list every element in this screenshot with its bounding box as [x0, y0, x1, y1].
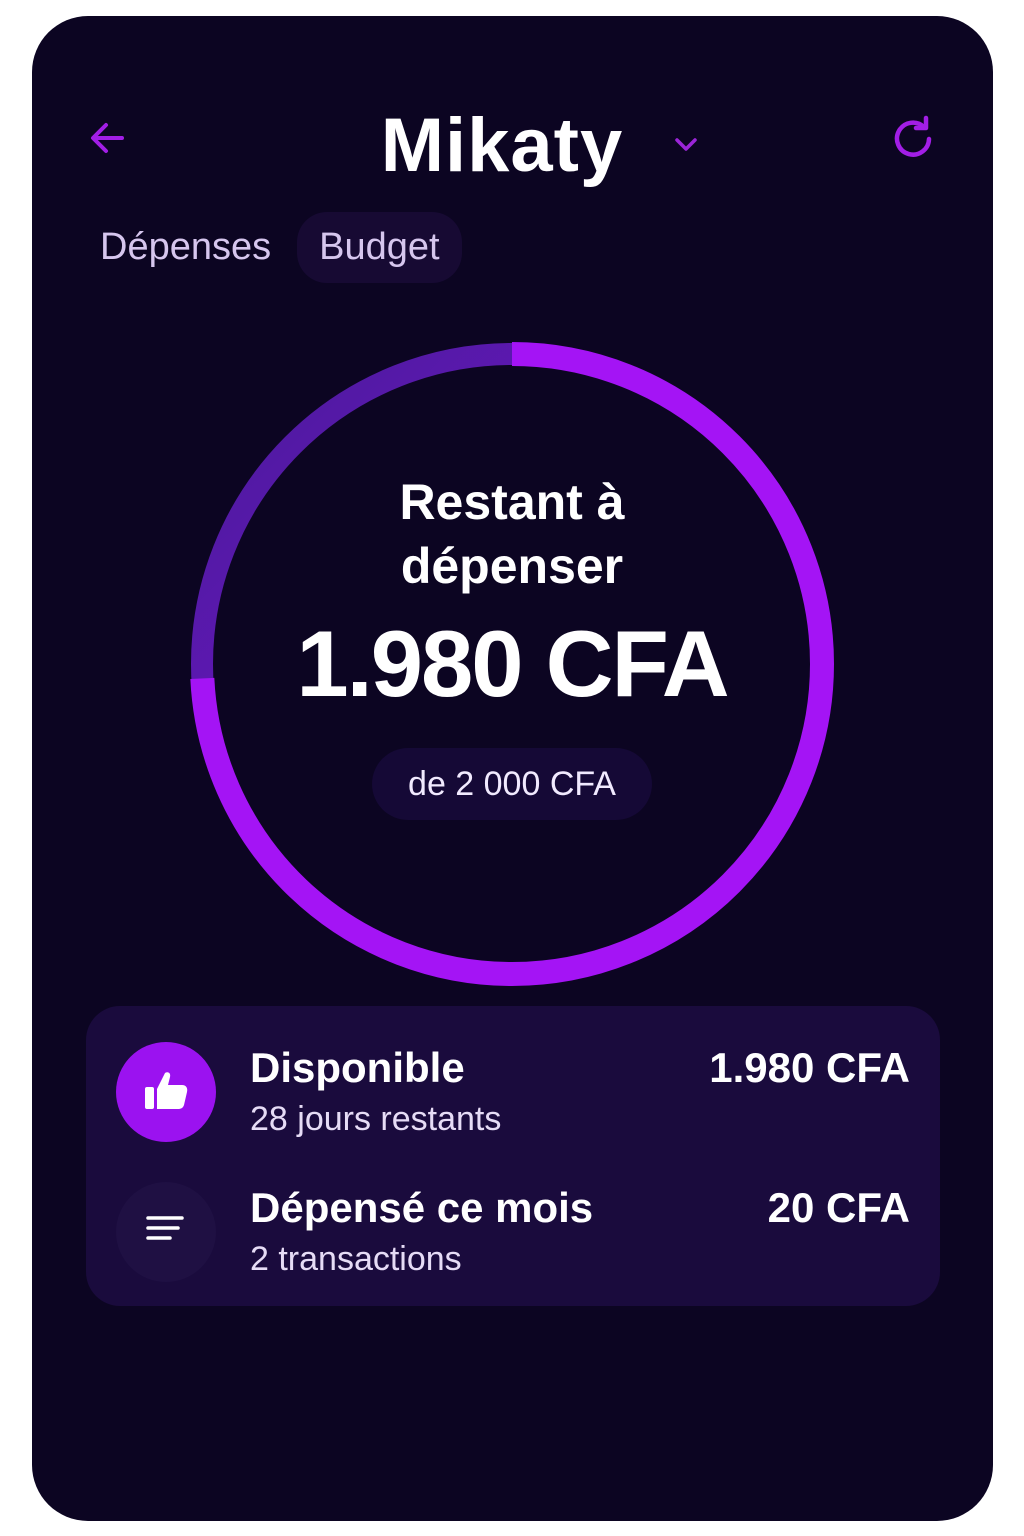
remaining-label-line2: dépenser	[400, 538, 624, 594]
list-item-depense[interactable]: Dépensé ce mois 2 transactions 20 CFA	[86, 1162, 940, 1282]
remaining-amount: 1.980 CFA	[296, 611, 729, 716]
ring-center: Restant à dépenser 1.980 CFA de 2 000 CF…	[186, 338, 838, 990]
tab-budget[interactable]: Budget	[297, 212, 462, 283]
page-title: Mikaty	[380, 103, 624, 188]
app-screen: Mikaty Dépenses Budget Restant à dépense…	[32, 16, 993, 1521]
arrow-left-icon	[86, 116, 130, 165]
row-subtitle: 28 jours restants	[250, 1100, 502, 1138]
account-dropdown-button[interactable]	[668, 128, 704, 164]
list-item-disponible[interactable]: Disponible 28 jours restants 1.980 CFA	[86, 1022, 940, 1142]
row-amount: 20 CFA	[767, 1184, 910, 1231]
spent-icon-badge	[116, 1182, 216, 1282]
refresh-button[interactable]	[886, 114, 940, 168]
thumbs-up-icon	[141, 1065, 191, 1120]
summary-card: Disponible 28 jours restants 1.980 CFA D…	[86, 1006, 940, 1306]
remaining-label-line1: Restant à	[399, 474, 625, 530]
row-title: Disponible	[250, 1044, 465, 1091]
tab-depenses[interactable]: Dépenses	[88, 212, 283, 283]
row-amount: 1.980 CFA	[709, 1044, 910, 1091]
budget-ring: Restant à dépenser 1.980 CFA de 2 000 CF…	[186, 338, 838, 990]
remaining-label: Restant à dépenser	[312, 470, 712, 598]
row-subtitle: 2 transactions	[250, 1240, 462, 1278]
list-icon	[144, 1210, 188, 1255]
chevron-down-icon	[672, 134, 700, 159]
budget-total-badge: de 2 000 CFA	[372, 748, 652, 820]
available-icon-badge	[116, 1042, 216, 1142]
tab-bar: Dépenses Budget	[88, 212, 462, 283]
back-button[interactable]	[84, 116, 132, 164]
row-title: Dépensé ce mois	[250, 1184, 594, 1231]
refresh-icon	[888, 114, 938, 169]
